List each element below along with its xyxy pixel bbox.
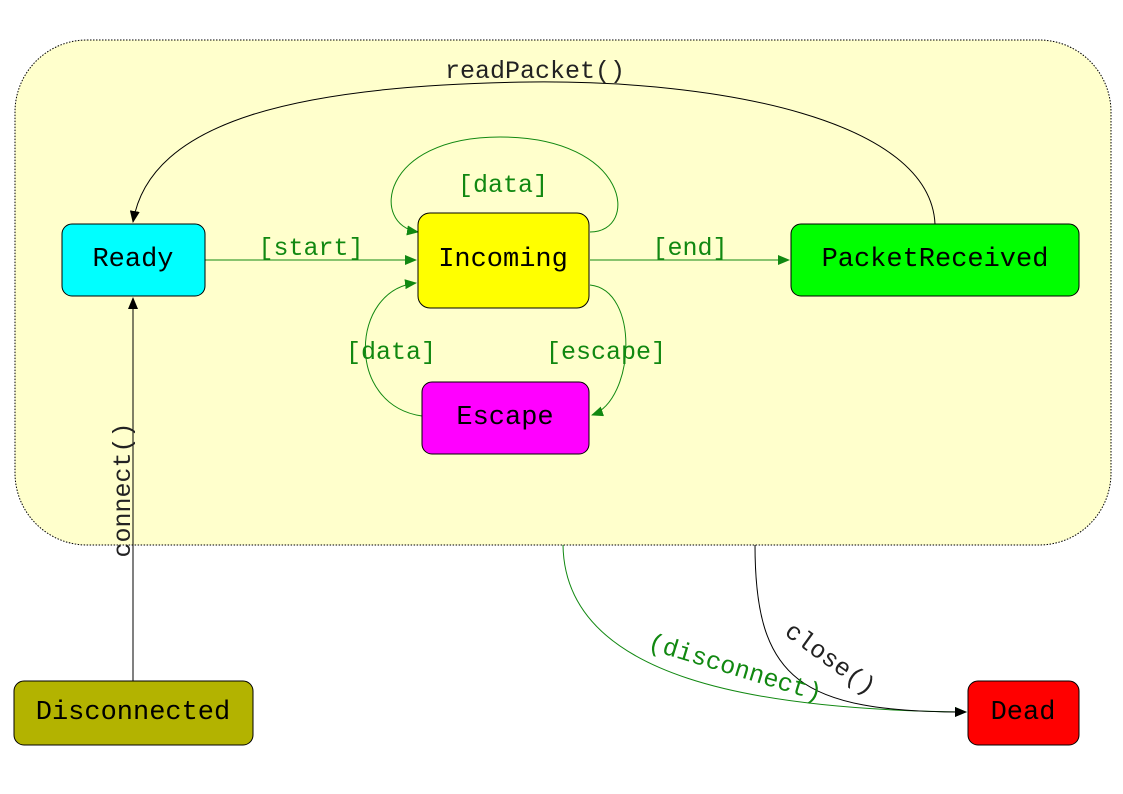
state-ready[interactable]: Ready [61, 223, 206, 297]
state-diagram: [start] [data] [end] [escape] [data] rea… [13, 39, 1112, 746]
label-end: [end] [652, 234, 727, 263]
label-connect: connect() [109, 422, 138, 557]
label-escape: [escape] [546, 338, 666, 367]
state-packet-received[interactable]: PacketReceived [790, 223, 1080, 297]
state-label: Incoming [438, 245, 568, 275]
state-label: Disconnected [36, 698, 230, 728]
state-escape[interactable]: Escape [421, 381, 590, 455]
state-disconnected[interactable]: Disconnected [13, 680, 254, 746]
state-dead[interactable]: Dead [967, 680, 1080, 746]
label-read-packet: readPacket() [445, 57, 625, 86]
state-label: PacketReceived [822, 245, 1049, 275]
label-data-self: [data] [458, 171, 548, 200]
state-label: Dead [991, 698, 1056, 728]
state-label: Escape [456, 403, 553, 433]
state-label: Ready [92, 245, 173, 275]
label-start: [start] [258, 234, 363, 263]
label-data-return: [data] [346, 338, 436, 367]
state-incoming[interactable]: Incoming [417, 212, 590, 309]
